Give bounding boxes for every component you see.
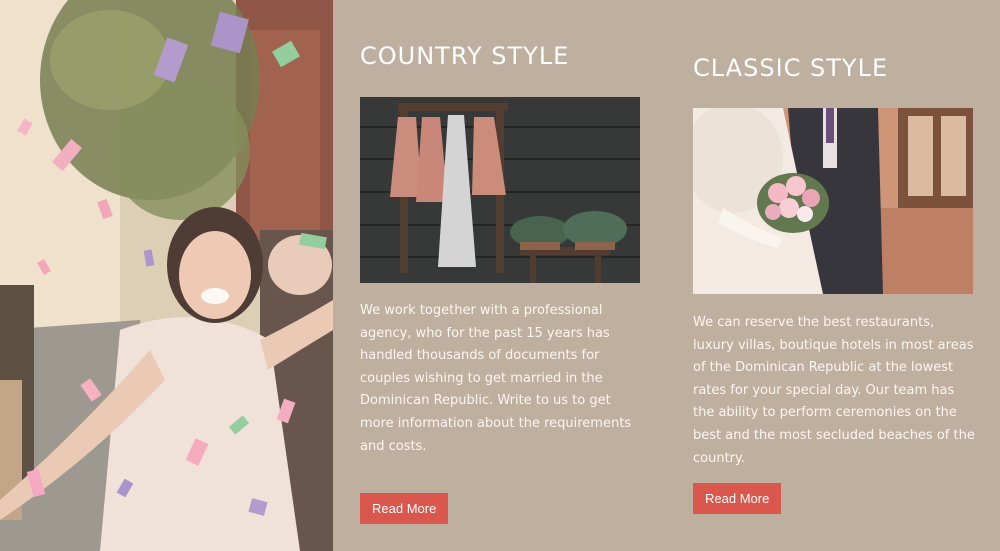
classic-style-photo: [693, 108, 973, 294]
page: COUNTRY STYLE We work together with a pr…: [0, 0, 1000, 551]
country-read-more-button[interactable]: Read More: [360, 493, 449, 524]
classic-read-more-button[interactable]: Read More: [693, 483, 782, 514]
classic-style-description: We can reserve the best restaurants, lux…: [693, 315, 975, 466]
country-style-title: COUNTRY STYLE: [360, 42, 570, 70]
hero-bride-photo: [0, 0, 333, 551]
classic-style-section: CLASSIC STYLE We can reserve the best re…: [693, 50, 978, 514]
classic-style-title: CLASSIC STYLE: [693, 54, 889, 82]
country-style-description: We work together with a professional age…: [360, 303, 632, 454]
country-style-section: COUNTRY STYLE We work together with a pr…: [360, 38, 645, 524]
country-style-photo: [360, 97, 640, 283]
